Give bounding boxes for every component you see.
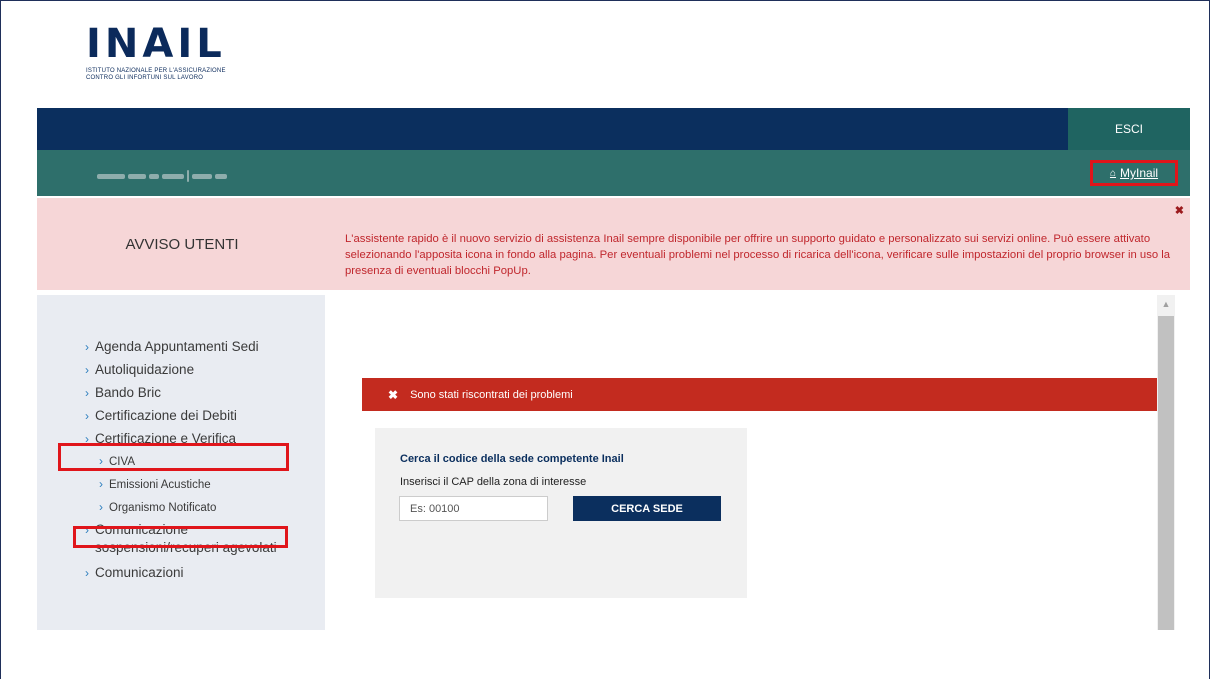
inail-logo[interactable]: INAIL ISTITUTO NAZIONALE PER L'ASSICURAZ… (86, 24, 226, 82)
sidebar-item-label: Certificazione dei Debiti (95, 408, 237, 423)
user-notice: AVVISO UTENTI L'assistente rapido è il n… (37, 198, 1190, 290)
logo-tagline-1: ISTITUTO NAZIONALE PER L'ASSICURAZIONE (86, 68, 226, 74)
sidebar-item-label: Comunicazioni (95, 565, 184, 580)
blurred-user-info (97, 170, 227, 182)
notice-text: L'assistente rapido è il nuovo servizio … (345, 233, 1171, 277)
chevron-right-icon: › (85, 566, 89, 580)
scrollbar-thumb[interactable] (1158, 316, 1174, 630)
highlight-box-certificazione-verifica (58, 443, 289, 471)
office-search-panel: Cerca il codice della sede competente In… (375, 428, 747, 598)
chevron-right-icon: › (99, 500, 103, 514)
cap-search-input[interactable] (399, 496, 548, 521)
sidebar-item-comunicazioni[interactable]: › Comunicazioni (85, 561, 285, 584)
logout-button[interactable]: ESCI (1068, 108, 1190, 150)
close-icon[interactable]: ✖ (1175, 204, 1184, 217)
scroll-up-arrow-icon[interactable]: ▲ (1157, 295, 1175, 313)
sidebar-item-label: Bando Bric (95, 385, 162, 400)
logo-wordmark: INAIL (86, 21, 226, 67)
chevron-right-icon: › (85, 363, 89, 377)
sidebar-subitem-organismo-notificato[interactable]: › Organismo Notificato (85, 496, 285, 519)
error-icon: ✖ (388, 387, 399, 402)
notice-title: AVVISO UTENTI (125, 235, 239, 253)
sidebar-item-label: Organismo Notificato (109, 502, 217, 514)
search-title: Cerca il codice della sede competente In… (400, 453, 624, 465)
chevron-right-icon: › (99, 477, 103, 491)
highlight-box-organismo-notificato (73, 526, 288, 548)
sidebar-item-certificazione-debiti[interactable]: › Certificazione dei Debiti (85, 404, 285, 427)
search-office-button[interactable]: CERCA SEDE (573, 496, 721, 521)
sidebar-item-label: Autoliquidazione (95, 362, 195, 377)
sidebar-item-agenda[interactable]: › Agenda Appuntamenti Sedi (85, 335, 285, 358)
chevron-right-icon: › (85, 386, 89, 400)
mylnail-label: MyInail (1120, 166, 1159, 180)
error-banner: ✖ Sono stati riscontrati dei problemi (362, 378, 1157, 411)
user-bar: ⌂ MyInail (37, 150, 1190, 196)
error-message: Sono stati riscontrati dei problemi (410, 388, 573, 401)
chevron-right-icon: › (85, 340, 89, 354)
sidebar-item-label: Emissioni Acustiche (109, 479, 211, 491)
sidebar-item-label: Agenda Appuntamenti Sedi (95, 339, 259, 354)
home-icon: ⌂ (1109, 167, 1117, 179)
mylnail-link[interactable]: ⌂ MyInail (1090, 160, 1178, 186)
chevron-right-icon: › (85, 409, 89, 423)
sidebar-item-bando-bric[interactable]: › Bando Bric (85, 381, 285, 404)
search-label: Inserisci il CAP della zona di interesse (400, 476, 587, 488)
sidebar-subitem-emissioni-acustiche[interactable]: › Emissioni Acustiche (85, 473, 285, 496)
logo-tagline-2: CONTRO GLI INFORTUNI SUL LAVORO (86, 75, 204, 81)
top-nav-bar: ESCI (37, 108, 1190, 150)
sidebar-item-autoliquidazione[interactable]: › Autoliquidazione (85, 358, 285, 381)
